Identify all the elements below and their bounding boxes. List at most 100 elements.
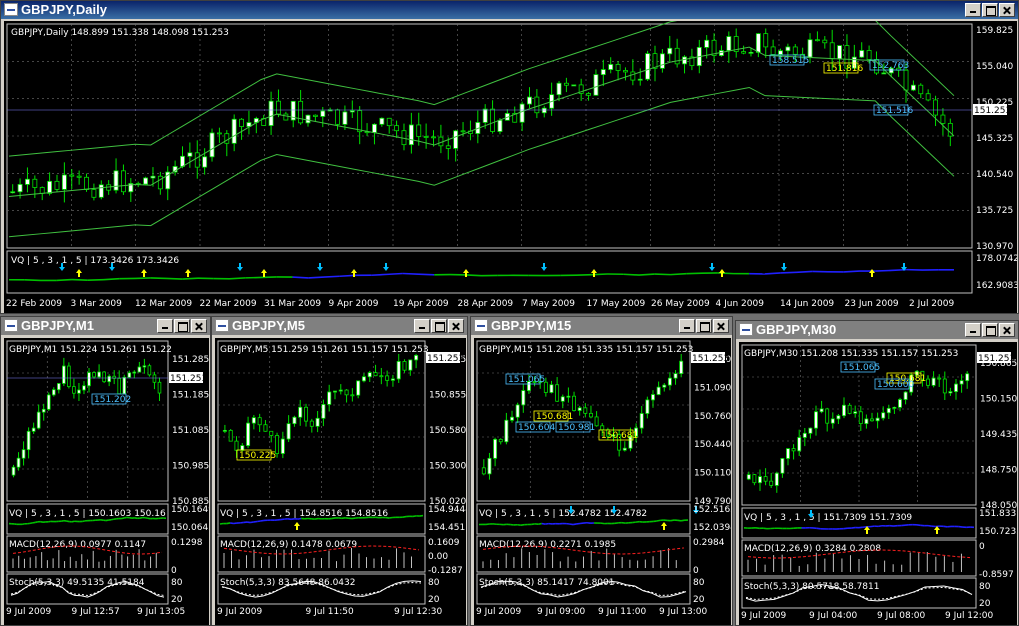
window-m1[interactable]: GBPJPY,M1 GBPJPY,M1 151.224 151.261 151.…: [0, 316, 211, 626]
candle-body: [842, 404, 846, 417]
candle-body: [367, 372, 372, 378]
up-arrow-icon: [719, 269, 725, 277]
down-arrow-icon: [709, 263, 715, 271]
window-m15-titlebar[interactable]: GBPJPY,M15: [471, 317, 732, 335]
candle-body: [497, 119, 503, 132]
m15-chart-svg[interactable]: GBPJPY,M15 151.208 151.335 151.157 151.2…: [474, 338, 731, 625]
candle-body: [320, 110, 326, 117]
vq-line-segment: [412, 515, 417, 518]
date-axis-label: 28 Apr 2009: [458, 299, 514, 309]
vq-line-segment: [82, 520, 86, 523]
candle-body: [122, 376, 127, 395]
candle-body: [92, 372, 96, 378]
daily-chart-area[interactable]: GBPJPY,Daily 148.899 151.338 148.098 151…: [4, 21, 1017, 313]
maximize-button[interactable]: [696, 319, 712, 333]
candle-body: [143, 177, 149, 185]
date-axis-label: 22 Feb 2009: [6, 299, 62, 309]
maximize-button[interactable]: [982, 323, 998, 337]
window-m15[interactable]: GBPJPY,M15 GBPJPY,M15 151.208 151.335 15…: [470, 316, 733, 626]
window-m30-titlebar[interactable]: GBPJPY,M30: [736, 321, 1018, 339]
maximize-button[interactable]: [174, 319, 190, 333]
window-m1-titlebar[interactable]: GBPJPY,M1: [1, 317, 210, 335]
date-axis-label: 9 Jul 2009: [476, 607, 521, 617]
maximize-button[interactable]: [431, 319, 447, 333]
candle-body: [589, 412, 593, 418]
candle-body: [560, 396, 565, 402]
candle-body: [482, 108, 488, 123]
vq-line-segment: [623, 273, 640, 276]
candle-body: [17, 184, 23, 193]
price-tick-label: 151.185: [172, 391, 209, 401]
maximize-button[interactable]: [982, 3, 998, 17]
m1-chart-svg[interactable]: GBPJPY,M1 151.224 151.261 151.22151.2021…: [4, 338, 209, 625]
minimize-button[interactable]: [414, 319, 430, 333]
m15-chart-area[interactable]: GBPJPY,M15 151.208 151.335 151.157 151.2…: [474, 338, 731, 625]
candle-body: [836, 415, 841, 420]
close-button[interactable]: [713, 319, 729, 333]
candle-body: [746, 474, 751, 480]
date-axis-label: 7 May 2009: [522, 299, 575, 309]
candle-body: [57, 383, 61, 391]
m1-chart-area[interactable]: GBPJPY,M1 151.224 151.261 151.22 151.202 1…: [4, 338, 209, 625]
down-arrow-icon: [237, 263, 243, 271]
window-m30[interactable]: GBPJPY,M30 GBPJPY,M30 151.208 151.335 15…: [735, 320, 1019, 626]
candle-body: [577, 407, 582, 411]
candle-body: [622, 447, 627, 451]
candle-body: [202, 156, 208, 168]
minimize-button[interactable]: [157, 319, 173, 333]
price-tick-label: 159.825: [976, 26, 1013, 36]
candle-body: [593, 74, 599, 96]
candle-body: [51, 389, 56, 396]
candle-body: [431, 136, 436, 139]
vq-line-segment: [875, 269, 892, 272]
minimize-button[interactable]: [965, 323, 981, 337]
daily-chart-svg[interactable]: GBPJPY,Daily 148.899 151.338 148.098 151…: [4, 21, 1017, 313]
candle-body: [304, 406, 309, 422]
vq-line-segment: [226, 522, 231, 525]
m5-chart-svg[interactable]: GBPJPY,M5 151.259 151.261 151.157 151.25…: [215, 338, 466, 625]
minimize-button[interactable]: [679, 319, 695, 333]
candle-body: [673, 373, 678, 379]
price-tick-label: 145.325: [976, 134, 1013, 144]
window-daily[interactable]: GBPJPY,Daily GBPJPY,Daily 148.899 151.33…: [0, 0, 1019, 314]
m1-info-label: GBPJPY,M1 151.224 151.261 151.22: [9, 345, 172, 355]
candle-body: [342, 111, 348, 125]
m30-chart-area[interactable]: GBPJPY,M30 151.208 151.335 151.157 151.2…: [739, 342, 1017, 625]
candle-body: [11, 466, 16, 476]
candle-body: [748, 51, 754, 54]
close-button[interactable]: [448, 319, 464, 333]
candle-body: [142, 365, 147, 368]
minimize-button[interactable]: [965, 3, 981, 17]
close-button[interactable]: [191, 319, 207, 333]
vq-line-segment: [386, 272, 403, 276]
candle-body: [332, 390, 337, 393]
candle-body: [859, 50, 865, 58]
candle-body: [853, 411, 858, 414]
close-button[interactable]: [999, 3, 1015, 17]
price-tick-label: 135.725: [976, 206, 1013, 216]
candle-body: [741, 51, 747, 54]
candle-body: [216, 132, 222, 135]
date-axis-label: 9 Jul 12:00: [945, 611, 994, 621]
candle-body: [82, 385, 86, 391]
date-axis-label: 19 Apr 2009: [393, 299, 449, 309]
vq-line-segment: [287, 518, 292, 521]
window-m5[interactable]: GBPJPY,M5 GBPJPY,M5 151.259 151.261 151.…: [211, 316, 468, 626]
candle-body: [327, 391, 332, 405]
vq-line-segment: [71, 520, 75, 523]
close-button[interactable]: [999, 323, 1015, 337]
window-daily-titlebar[interactable]: GBPJPY,Daily: [1, 1, 1018, 19]
m30-chart-svg[interactable]: GBPJPY,M30 151.208 151.335 151.157 151.2…: [739, 342, 1017, 625]
candle-body: [510, 416, 514, 421]
m5-stoch-label: Stoch(5,3,3) 83.5648 86.0432: [220, 578, 355, 588]
stoch-tick-label: 80: [171, 578, 183, 588]
candle-body: [298, 100, 304, 124]
m5-chart-area[interactable]: GBPJPY,M5 151.259 151.261 151.157 151.25…: [215, 338, 466, 625]
price-tick-label: 150.110: [694, 469, 731, 479]
vq-line-segment: [569, 523, 574, 526]
vq-tick-label: 154.4511: [428, 523, 466, 533]
m30-info-label: GBPJPY,M30 151.208 151.335 151.157 151.2…: [744, 349, 958, 359]
window-m5-titlebar[interactable]: GBPJPY,M5: [212, 317, 467, 335]
candle-body: [127, 372, 132, 378]
candle-body: [251, 417, 256, 424]
